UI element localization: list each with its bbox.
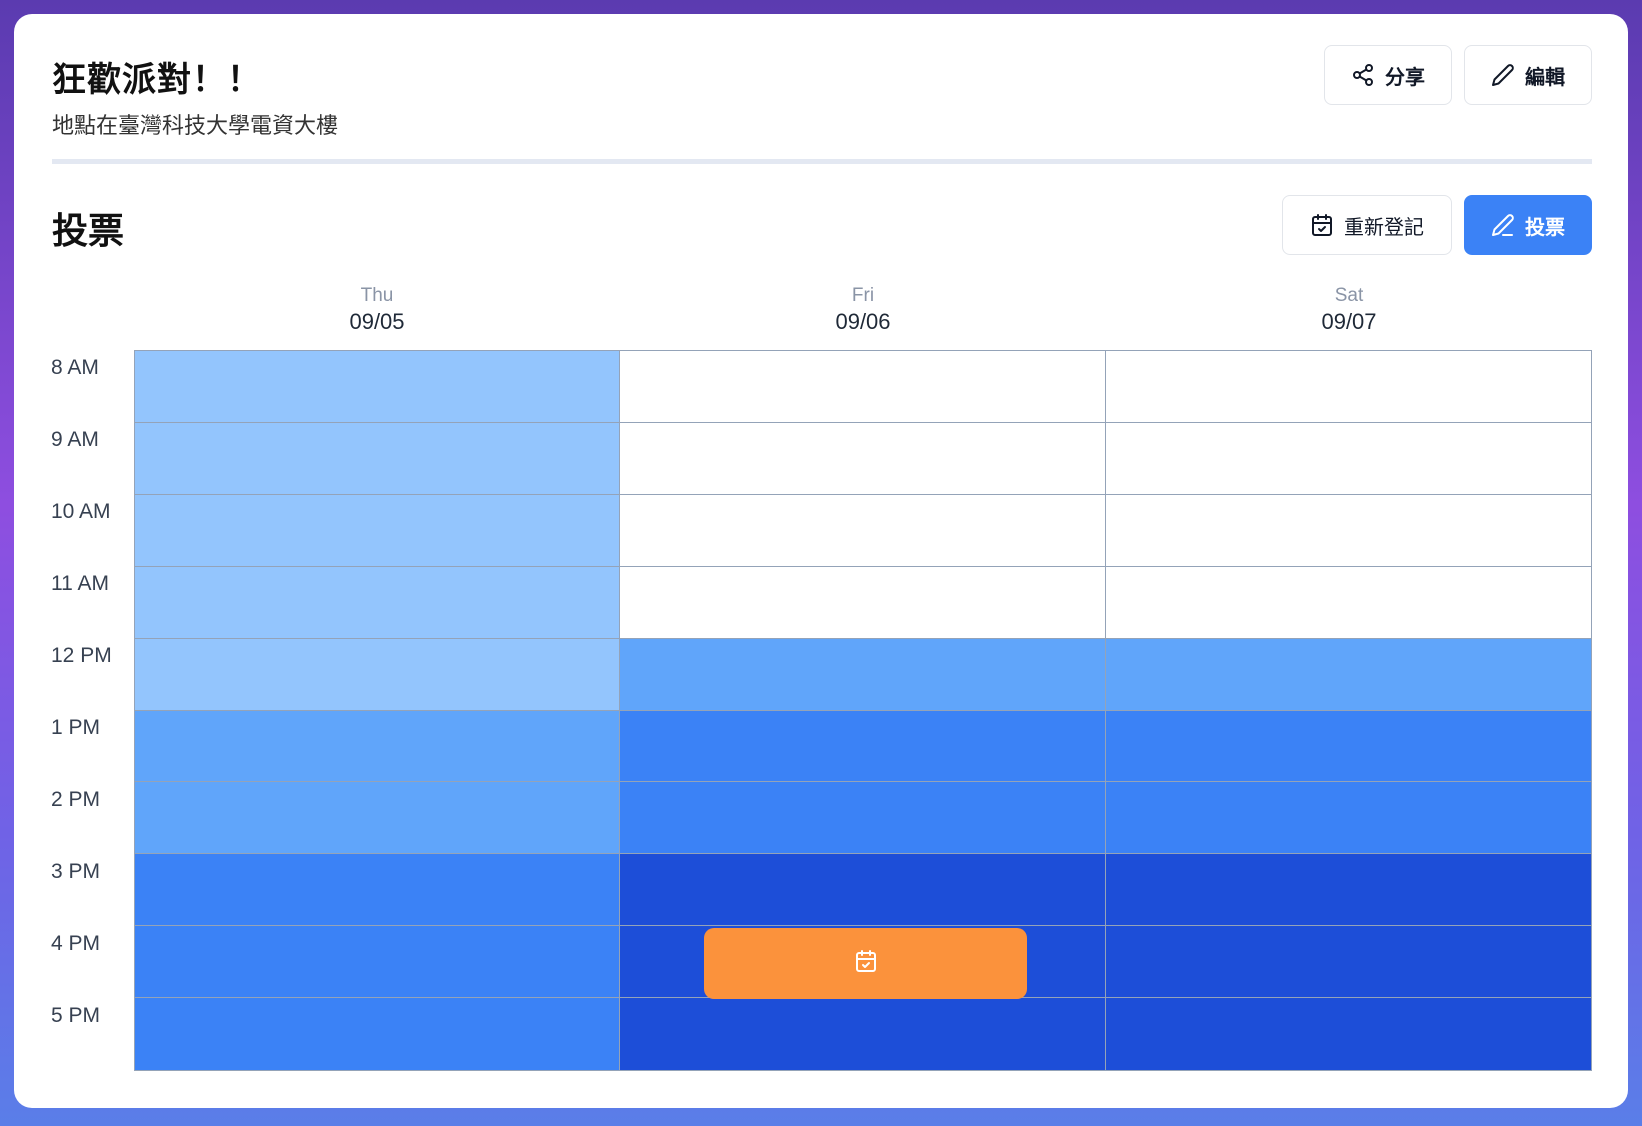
time-label: 10 AM [51,500,111,523]
time-slot-thu-5pm[interactable] [135,998,621,1070]
reregister-button[interactable]: 重新登記 [1282,195,1452,255]
calendar-check-icon [854,949,878,978]
time-label: 2 PM [51,788,101,811]
time-label: 9 AM [51,428,99,451]
time-slot-sat-3pm[interactable] [1105,854,1591,927]
pencil-icon [1491,213,1515,237]
time-label: 4 PM [51,932,101,955]
time-slot-sat-8am[interactable] [1105,351,1591,423]
time-slot-fri-12pm[interactable] [620,638,1106,711]
time-label: 3 PM [51,860,101,883]
share-button[interactable]: 分享 [1324,45,1452,105]
day-date: 09/05 [349,309,405,334]
day-date: 09/07 [1321,309,1377,334]
time-slot-fri-11am[interactable] [620,566,1106,639]
day-header-thu: Thu 09/05 [134,284,620,336]
time-label: 8 AM [51,356,99,379]
time-slot-thu-12pm[interactable] [135,638,621,711]
event-title: 狂歡派對！！ [52,60,262,100]
day-header-fri: Fri 09/06 [620,284,1106,336]
time-slot-sat-2pm[interactable] [1105,782,1591,855]
pencil-icon [1491,63,1515,87]
time-label: 5 PM [51,1004,101,1027]
time-slot-sat-9am[interactable] [1105,422,1591,495]
day-name: Fri [851,285,875,306]
time-slot-sat-10am[interactable] [1105,494,1591,567]
time-slot-thu-2pm[interactable] [135,782,621,855]
time-slot-sat-4pm[interactable] [1105,926,1591,999]
time-slot-sat-11am[interactable] [1105,566,1591,639]
time-slot-thu-4pm[interactable] [135,926,621,999]
vote-label: 投票 [1525,214,1565,239]
edit-label: 編輯 [1525,64,1565,89]
share-label: 分享 [1385,64,1425,89]
calendar-icon [1310,213,1334,237]
header-divider [52,159,1592,164]
booked-slot[interactable] [704,928,1027,999]
time-slot-fri-10am[interactable] [620,494,1106,567]
day-name: Thu [360,285,394,306]
time-slot-sat-1pm[interactable] [1105,710,1591,783]
time-slot-fri-2pm[interactable] [620,782,1106,855]
event-description: 地點在臺灣科技大學電資大樓 [52,114,339,139]
time-label: 12 PM [51,644,112,667]
voting-title: 投票 [52,211,125,252]
time-label: 1 PM [51,716,101,739]
time-slot-thu-1pm[interactable] [135,710,621,783]
time-slot-thu-8am[interactable] [135,351,621,423]
time-slot-fri-9am[interactable] [620,422,1106,495]
time-slot-fri-5pm[interactable] [620,998,1106,1070]
time-slot-thu-11am[interactable] [135,566,621,639]
time-slot-thu-3pm[interactable] [135,854,621,927]
time-label: 11 AM [51,572,109,595]
day-date: 09/06 [835,309,891,334]
vote-button[interactable]: 投票 [1464,195,1592,255]
day-name: Sat [1334,285,1364,306]
time-slot-thu-9am[interactable] [135,422,621,495]
share-icon [1351,63,1375,87]
edit-button[interactable]: 編輯 [1464,45,1592,105]
time-slot-fri-3pm[interactable] [620,854,1106,927]
day-header-sat: Sat 09/07 [1106,284,1592,336]
time-slot-fri-1pm[interactable] [620,710,1106,783]
time-slot-fri-8am[interactable] [620,351,1106,423]
reregister-label: 重新登記 [1344,214,1424,239]
time-slot-sat-5pm[interactable] [1105,998,1591,1070]
time-slot-sat-12pm[interactable] [1105,638,1591,711]
time-slot-thu-10am[interactable] [135,494,621,567]
